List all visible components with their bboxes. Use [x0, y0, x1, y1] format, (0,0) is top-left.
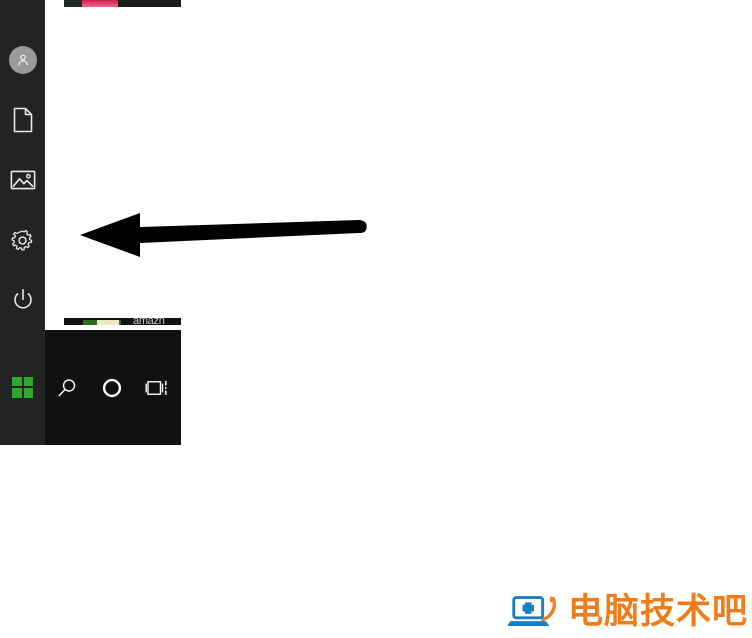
sidebar-item-pictures[interactable]	[0, 156, 45, 204]
taskbar-cortana-button[interactable]	[90, 372, 134, 404]
screen-root: amazn 电脑技术吧	[0, 0, 752, 638]
taskbar-task-view-button[interactable]	[135, 372, 179, 404]
tile-label-amazon: amazn	[133, 316, 165, 326]
avatar	[8, 46, 37, 74]
sidebar-item-settings[interactable]	[0, 216, 45, 264]
cortana-circle-icon	[102, 378, 122, 398]
sidebar-item-documents[interactable]	[0, 96, 45, 144]
laptop-plus-icon	[508, 595, 556, 626]
watermark-text: 电脑技术吧	[567, 592, 748, 632]
taskbar-search-button[interactable]	[45, 372, 89, 404]
sidebar-item-user[interactable]	[0, 36, 45, 84]
sidebar-item-power[interactable]	[0, 276, 45, 324]
tile-fragment-bottom-cream[interactable]	[97, 320, 119, 325]
gear-icon	[11, 229, 33, 251]
power-icon	[13, 288, 32, 309]
tile-fragment-top-dark	[64, 0, 82, 7]
user-avatar-icon	[17, 54, 28, 66]
watermark: 电脑技术吧	[508, 589, 748, 635]
taskbar	[45, 330, 181, 445]
tile-fragment-top-pink[interactable]	[82, 0, 118, 7]
document-icon	[13, 107, 32, 133]
tile-fragment-top-strip	[118, 0, 181, 7]
pictures-icon	[10, 170, 35, 190]
search-icon	[58, 379, 76, 397]
windows-logo-icon	[12, 376, 33, 398]
taskbar-start-button[interactable]	[0, 372, 45, 402]
task-view-icon	[145, 380, 167, 396]
start-menu-app-panel	[64, 0, 752, 325]
